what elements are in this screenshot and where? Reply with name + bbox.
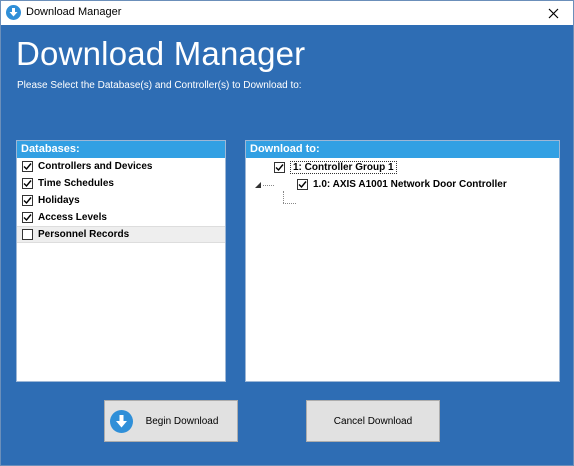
checkbox-checked[interactable]: [297, 179, 308, 190]
list-item-label: Access Levels: [38, 212, 107, 223]
databases-header: Databases:: [17, 141, 225, 158]
begin-download-label: Begin Download: [145, 415, 219, 427]
list-item-label: Holidays: [38, 195, 80, 206]
cancel-download-button[interactable]: Cancel Download: [306, 400, 440, 442]
cancel-download-label: Cancel Download: [333, 415, 413, 427]
tree-node-label: 1.0: AXIS A1001 Network Door Controller: [313, 179, 507, 190]
tree-node-label: 1: Controller Group 1: [290, 161, 397, 174]
checkbox-checked[interactable]: [274, 162, 285, 173]
tree-collapse-icon[interactable]: [255, 182, 261, 188]
close-icon[interactable]: [533, 1, 573, 25]
list-item-label: Controllers and Devices: [38, 161, 153, 172]
list-item-label: Personnel Records: [38, 229, 130, 240]
instruction-text: Please Select the Database(s) and Contro…: [17, 80, 302, 91]
list-item-access-levels[interactable]: Access Levels: [17, 209, 225, 226]
tree-connector: [283, 191, 284, 203]
checkbox-checked[interactable]: [22, 161, 33, 172]
databases-list: Controllers and Devices Time Schedules H…: [17, 158, 225, 243]
list-item-controllers-and-devices[interactable]: Controllers and Devices: [17, 158, 225, 175]
tree-node-axis-a1001[interactable]: 1.0: AXIS A1001 Network Door Controller: [297, 177, 507, 192]
controller-tree: 1: Controller Group 1 1.0: AXIS A1001 Ne…: [246, 158, 559, 378]
databases-panel: Databases: Controllers and Devices Time …: [16, 140, 226, 382]
title-bar: Download Manager: [1, 1, 573, 25]
list-item-personnel-records[interactable]: Personnel Records: [17, 226, 225, 243]
tree-node-controller-group-1[interactable]: 1: Controller Group 1: [274, 160, 397, 175]
list-item-holidays[interactable]: Holidays: [17, 192, 225, 209]
download-manager-window: Download Manager Download Manager Please…: [0, 0, 574, 466]
checkbox-checked[interactable]: [22, 178, 33, 189]
begin-download-button[interactable]: Begin Download: [104, 400, 238, 442]
tree-connector: [283, 203, 296, 204]
page-title: Download Manager: [16, 35, 306, 72]
checkbox-checked[interactable]: [22, 195, 33, 206]
checkbox-checked[interactable]: [22, 212, 33, 223]
download-to-panel: Download to: 1: Controller Group 1 1.0: …: [245, 140, 560, 382]
list-item-time-schedules[interactable]: Time Schedules: [17, 175, 225, 192]
download-to-header: Download to:: [246, 141, 559, 158]
list-item-label: Time Schedules: [38, 178, 114, 189]
tree-connector: [263, 185, 274, 186]
download-arrow-icon: [110, 410, 133, 433]
checkbox-unchecked[interactable]: [22, 229, 33, 240]
window-title: Download Manager: [26, 6, 122, 18]
download-app-icon: [6, 5, 21, 20]
